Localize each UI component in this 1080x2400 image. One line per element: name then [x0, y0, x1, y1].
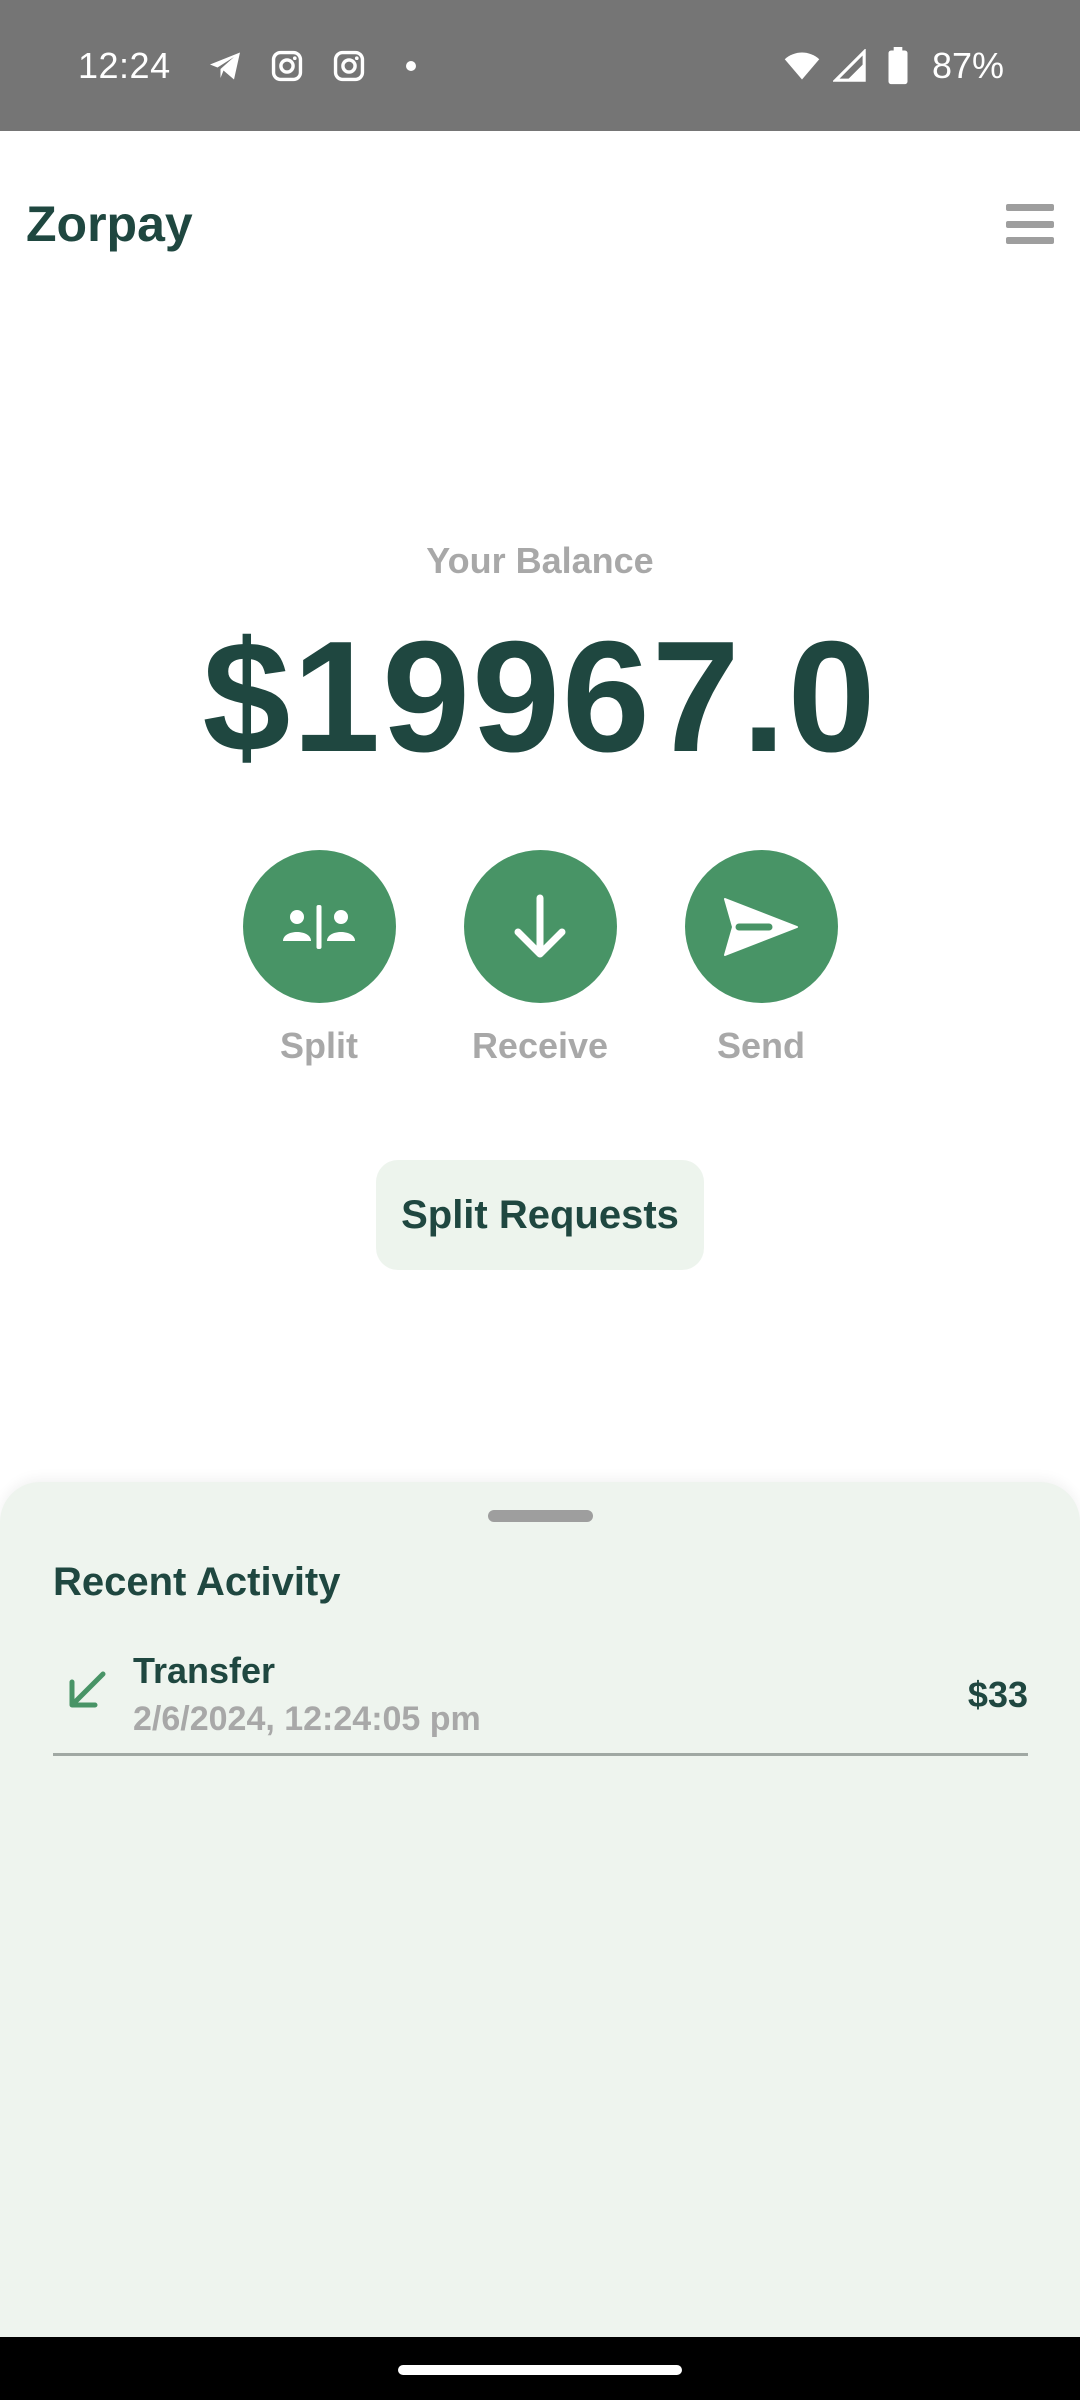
balance-amount: $19967.0	[202, 609, 878, 785]
transaction-title: Transfer	[133, 1650, 276, 1691]
receive-button[interactable]: Receive	[463, 850, 617, 1067]
instagram-icon	[331, 48, 367, 84]
telegram-icon	[207, 48, 243, 84]
hamburger-menu-icon[interactable]	[1006, 200, 1054, 248]
receive-button-circle[interactable]	[463, 850, 617, 1003]
receive-label: Receive	[471, 1025, 609, 1066]
split-label: Split	[280, 1025, 358, 1066]
arrow-down-icon	[514, 894, 566, 957]
menu-bar	[1006, 220, 1054, 228]
status-time: 12:24	[78, 44, 171, 86]
send-label: Send	[716, 1025, 805, 1066]
transaction-date: 2/6/2024, 12:24:05 pm	[133, 1700, 481, 1738]
split-button[interactable]: Split	[242, 850, 396, 1067]
send-icon	[724, 897, 798, 956]
app-title: Zorpay	[26, 196, 193, 252]
split-button-circle[interactable]	[242, 850, 396, 1003]
split-people-icon	[283, 904, 355, 949]
action-buttons: Split Receive Send	[0, 850, 1080, 1067]
app-header: Zorpay	[0, 131, 1080, 317]
balance-label: Your Balance	[426, 540, 654, 581]
recent-activity-title: Recent Activity	[53, 1560, 341, 1604]
split-requests-button[interactable]: Split Requests	[376, 1160, 704, 1270]
status-left: 12:24	[78, 45, 429, 87]
sheet-drag-handle[interactable]	[488, 1510, 593, 1522]
menu-bar	[1006, 237, 1054, 244]
recent-activity-sheet: Recent Activity Transfer 2/6/2024, 12:24…	[0, 1482, 1080, 2337]
status-right: 87%	[784, 45, 1004, 87]
send-button[interactable]: Send	[684, 850, 838, 1067]
arrow-down-left-icon	[69, 1671, 106, 1708]
wifi-icon	[784, 48, 820, 84]
signal-icon	[832, 48, 868, 84]
menu-bar	[1006, 204, 1054, 211]
battery-percentage: 87%	[931, 44, 1004, 86]
dot-icon	[393, 48, 429, 84]
status-bar: 12:24 87%	[0, 0, 1080, 131]
system-nav-bar	[0, 2337, 1080, 2400]
battery-icon	[880, 46, 916, 84]
transaction-amount: $33	[967, 1674, 1028, 1715]
home-gesture-handle[interactable]	[398, 2365, 682, 2375]
instagram-icon	[269, 48, 305, 84]
transaction-row[interactable]: Transfer 2/6/2024, 12:24:05 pm $33	[53, 1650, 1028, 1756]
send-button-circle[interactable]	[684, 850, 838, 1003]
screen: 12:24 87% Zorpay Your Balance $19967.0 S…	[0, 0, 1080, 2400]
